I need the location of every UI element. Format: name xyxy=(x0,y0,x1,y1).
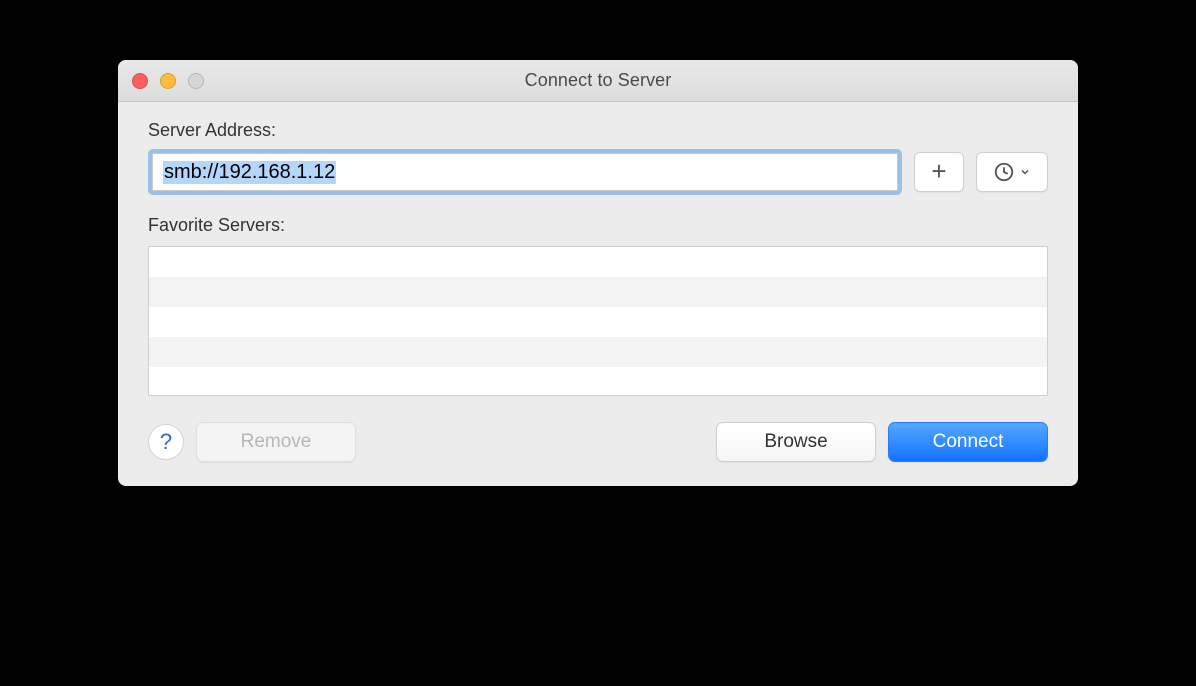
add-favorite-button[interactable]: + xyxy=(914,152,964,192)
dialog-content: Server Address: smb://192.168.1.12 + xyxy=(118,102,1078,486)
traffic-lights xyxy=(118,73,204,89)
favorite-servers-list[interactable] xyxy=(148,246,1048,396)
connect-to-server-window: Connect to Server Server Address: smb://… xyxy=(118,60,1078,486)
connect-button[interactable]: Connect xyxy=(888,422,1048,462)
list-item xyxy=(149,307,1047,337)
zoom-window-button[interactable] xyxy=(188,73,204,89)
plus-icon: + xyxy=(931,158,946,184)
server-address-input[interactable]: smb://192.168.1.12 xyxy=(152,153,898,191)
minimize-window-button[interactable] xyxy=(160,73,176,89)
clock-icon xyxy=(993,161,1015,183)
help-button[interactable]: ? xyxy=(148,424,184,460)
list-item xyxy=(149,367,1047,396)
close-window-button[interactable] xyxy=(132,73,148,89)
server-address-field-focus-ring: smb://192.168.1.12 xyxy=(148,149,902,195)
chevron-down-icon xyxy=(1019,166,1031,178)
list-item xyxy=(149,277,1047,307)
server-address-label: Server Address: xyxy=(148,120,1048,141)
titlebar[interactable]: Connect to Server xyxy=(118,60,1078,102)
browse-button[interactable]: Browse xyxy=(716,422,876,462)
history-menu-button[interactable] xyxy=(976,152,1048,192)
favorite-servers-label: Favorite Servers: xyxy=(148,215,1048,236)
list-item xyxy=(149,337,1047,367)
server-address-value: smb://192.168.1.12 xyxy=(163,161,336,184)
footer-buttons: ? Remove Browse Connect xyxy=(148,422,1048,462)
address-row: smb://192.168.1.12 + xyxy=(148,149,1048,195)
list-item xyxy=(149,247,1047,277)
window-title: Connect to Server xyxy=(118,70,1078,91)
remove-button[interactable]: Remove xyxy=(196,422,356,462)
